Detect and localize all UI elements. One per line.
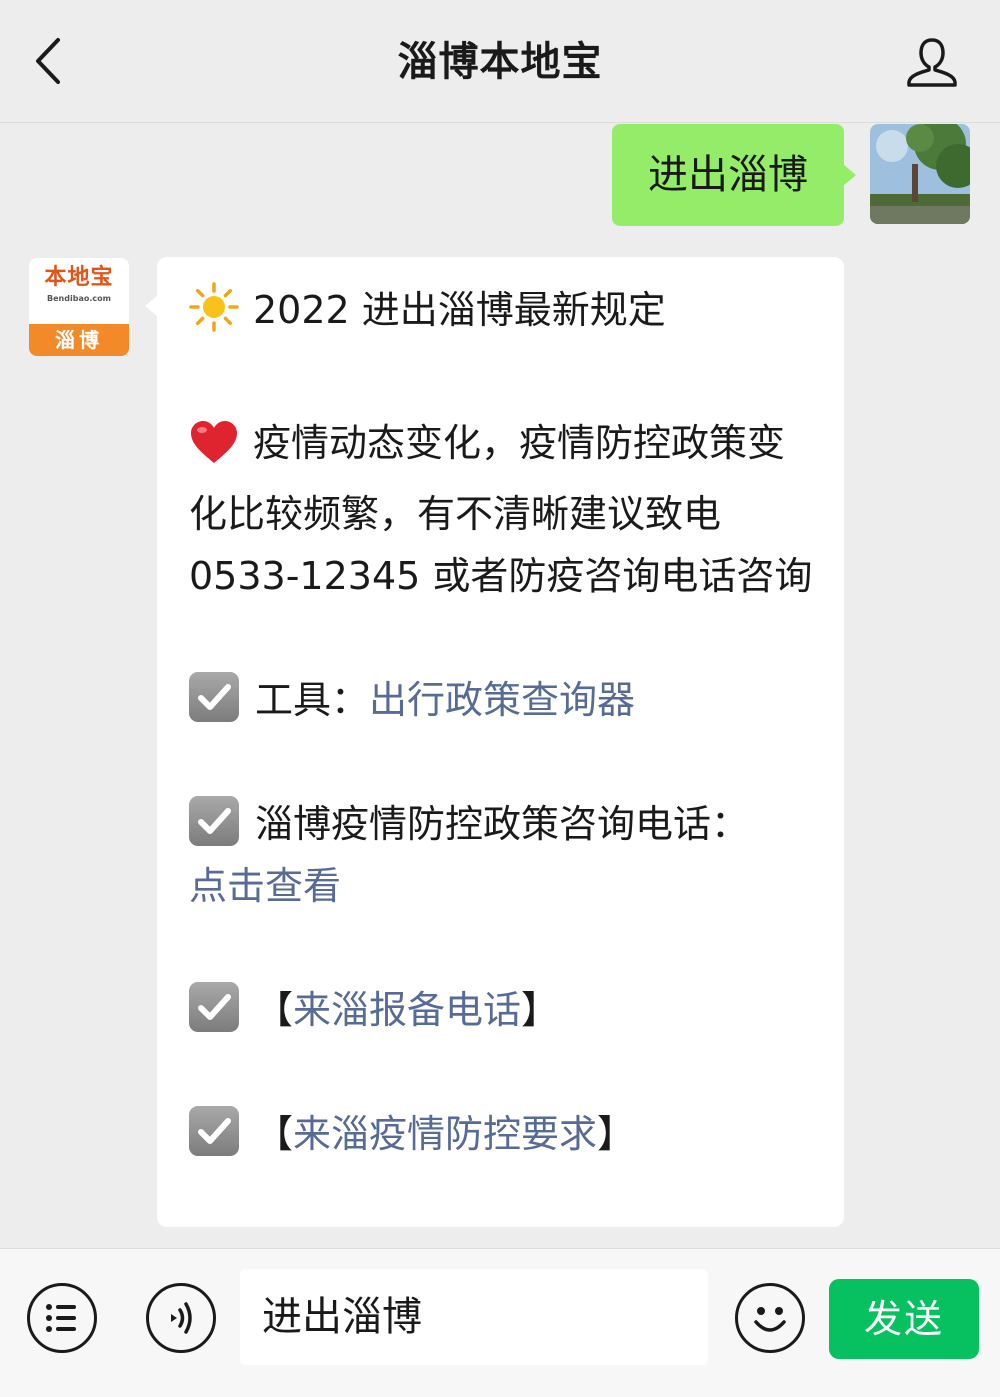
sun-emoji — [189, 282, 239, 350]
message-heading: 2022 进出淄博最新规定 — [189, 279, 819, 350]
bot-avatar[interactable]: 本地宝 Bendibao.com 淄博 — [29, 258, 129, 356]
bracket-close: 】 — [597, 1112, 636, 1156]
checkbox-icon — [189, 672, 239, 722]
report-phone-link[interactable]: 来淄报备电话 — [293, 988, 521, 1032]
menu-list-icon — [46, 1304, 76, 1332]
chat-title: 淄博本地宝 — [397, 39, 603, 85]
notice-paragraph: 疫情动态变化，疫情防控政策变化比较频繁，有不清晰建议致电 0533-12345 … — [189, 412, 819, 607]
incoming-message-bubble: 2022 进出淄博最新规定 疫情动态变化，疫情防控政策变化比较频繁，有不清晰建议… — [145, 257, 844, 1227]
voice-button[interactable] — [146, 1283, 216, 1353]
bendibao-logo: 本地宝 Bendibao.com — [29, 262, 129, 314]
emoji-button[interactable] — [735, 1283, 805, 1353]
item-prefix: 淄博疫情防控政策咨询电话： — [255, 802, 750, 846]
user-photo — [870, 124, 970, 224]
menu-button[interactable] — [27, 1283, 97, 1353]
item-control-requirements: 【来淄疫情防控要求】 — [189, 1103, 819, 1165]
item-hotline: 淄博疫情防控政策咨询电话： 点击查看 — [189, 793, 819, 917]
bracket-open: 【 — [255, 988, 294, 1032]
checkbox-icon — [189, 1106, 239, 1156]
profile-button[interactable] — [904, 34, 960, 90]
send-button[interactable]: 发送 — [829, 1279, 979, 1359]
bracket-close: 】 — [521, 988, 560, 1032]
checkbox-icon — [189, 796, 239, 846]
travel-policy-query-link[interactable]: 出行政策查询器 — [369, 678, 635, 722]
logo-brand-text: 本地宝 — [44, 264, 114, 290]
red-heart-emoji — [189, 419, 239, 483]
item-tool: 工具：出行政策查询器 — [189, 669, 819, 731]
voice-icon — [171, 1302, 192, 1334]
bracket-open: 【 — [255, 1112, 294, 1156]
control-requirements-link[interactable]: 来淄疫情防控要求 — [293, 1112, 597, 1156]
chat-header: 淄博本地宝 — [0, 0, 1000, 123]
view-hotline-link[interactable]: 点击查看 — [189, 864, 341, 908]
outgoing-message-text: 进出淄博 — [648, 152, 808, 198]
logo-url-text: Bendibao.com — [47, 294, 111, 303]
item-report-phone: 【来淄报备电话】 — [189, 979, 819, 1041]
user-avatar[interactable] — [870, 124, 970, 224]
checkbox-icon — [189, 982, 239, 1032]
input-bar: 进出淄博 发送 — [0, 1248, 1000, 1397]
logo-city-badge: 淄博 — [29, 324, 129, 356]
outgoing-message-bubble[interactable]: 进出淄博 — [612, 124, 856, 226]
user-icon — [907, 38, 957, 87]
smiley-icon — [754, 1307, 786, 1332]
item-prefix: 工具： — [255, 678, 370, 722]
notice-text: 疫情动态变化，疫情防控政策变化比较频繁，有不清晰建议致电 0533-12345 … — [189, 421, 813, 598]
message-title-text: 2022 进出淄博最新规定 — [253, 288, 666, 332]
message-input[interactable]: 进出淄博 — [240, 1269, 708, 1365]
